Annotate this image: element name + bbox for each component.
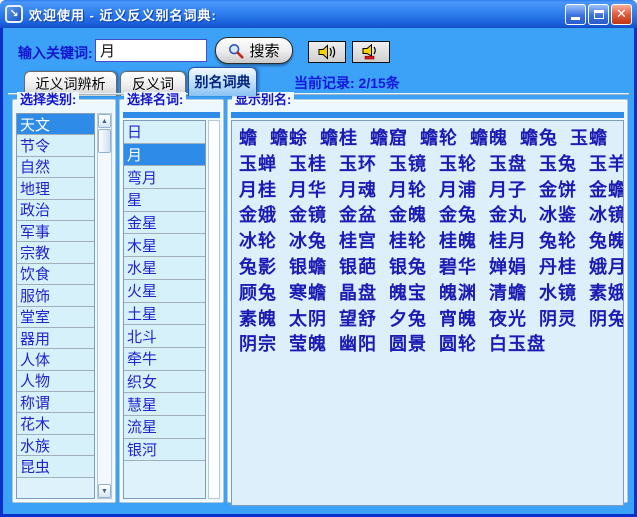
category-item[interactable]: 花木 bbox=[17, 413, 94, 435]
noun-item[interactable]: 月 bbox=[124, 143, 205, 167]
keyword-input[interactable] bbox=[95, 39, 207, 62]
noun-item[interactable]: 火星 bbox=[124, 279, 205, 303]
alias-line: 素魄 太阴 望舒 夕兔 宵魄 夜光 阴灵 阴兔 bbox=[239, 308, 624, 329]
search-button[interactable]: 搜索 bbox=[215, 37, 293, 64]
titlebar: ↘ 欢迎使用 - 近义反义别名词典: ✕ bbox=[0, 0, 637, 28]
noun-item[interactable]: 木星 bbox=[124, 234, 205, 258]
minimize-icon bbox=[571, 17, 580, 20]
category-item[interactable]: 堂室 bbox=[17, 306, 94, 328]
maximize-icon bbox=[593, 9, 604, 19]
noun-item[interactable]: 星 bbox=[124, 189, 205, 212]
scroll-down-icon[interactable]: ▼ bbox=[98, 484, 111, 498]
maximize-button[interactable] bbox=[588, 3, 609, 25]
noun-scroll-track bbox=[208, 120, 220, 499]
category-item[interactable]: 天文 bbox=[17, 114, 94, 136]
magnifier-icon bbox=[229, 43, 244, 58]
alias-header-strip bbox=[231, 112, 624, 118]
category-item[interactable]: 军事 bbox=[17, 220, 94, 243]
speaker-button[interactable] bbox=[308, 41, 346, 63]
category-item[interactable]: 自然 bbox=[17, 156, 94, 179]
speaker-mute-button[interactable] bbox=[352, 41, 390, 63]
noun-list: 日 月 弯月 星 金星 木星 水星 火星 土星 北斗 牵牛 织女 慧星 流星 银… bbox=[123, 120, 206, 499]
category-item[interactable]: 昆虫 bbox=[17, 456, 94, 478]
noun-header-strip bbox=[123, 112, 220, 118]
application-window: ↘ 欢迎使用 - 近义反义别名词典: ✕ 输入关键词: 搜索 近义 bbox=[0, 0, 637, 517]
alias-line: 月桂 月华 月魂 月轮 月浦 月子 金饼 金蟾 bbox=[239, 179, 624, 200]
noun-item[interactable]: 日 bbox=[124, 121, 205, 144]
alias-panel: 显示别名: 蟾 蟾蜍 蟾桂 蟾窟 蟾轮 蟾魄 蟾兔 玉蟾 玉蝉 玉桂 玉环 玉镜… bbox=[227, 92, 628, 506]
alias-display: 蟾 蟾蜍 蟾桂 蟾窟 蟾轮 蟾魄 蟾兔 玉蟾 玉蝉 玉桂 玉环 玉镜 玉轮 玉盘… bbox=[231, 120, 624, 506]
keyword-label: 输入关键词: bbox=[18, 45, 93, 61]
category-item[interactable]: 宗教 bbox=[17, 242, 94, 264]
noun-item[interactable]: 牵牛 bbox=[124, 347, 205, 371]
noun-item[interactable]: 金星 bbox=[124, 211, 205, 235]
close-button[interactable]: ✕ bbox=[611, 3, 632, 25]
noun-item[interactable]: 水星 bbox=[124, 257, 205, 280]
search-button-label: 搜索 bbox=[249, 43, 280, 60]
category-item[interactable]: 地理 bbox=[17, 178, 94, 200]
scrollbar-track bbox=[98, 154, 111, 484]
alias-line: 顾兔 寒蟾 晶盘 魄宝 魄渊 清蟾 水镜 素娥 bbox=[239, 282, 624, 303]
alias-line: 兔影 银蟾 银葩 银兔 碧华 婵娟 丹桂 娥月 bbox=[239, 256, 624, 277]
category-list: 天文 节令 自然 地理 政治 军事 宗教 饮食 服饰 堂室 器用 人体 人物 称… bbox=[16, 113, 95, 499]
category-item[interactable]: 服饰 bbox=[17, 285, 94, 307]
alias-line: 蟾 蟾蜍 蟾桂 蟾窟 蟾轮 蟾魄 蟾兔 玉蟾 bbox=[239, 128, 609, 148]
category-item[interactable]: 饮食 bbox=[17, 263, 94, 286]
category-item[interactable]: 节令 bbox=[17, 135, 94, 157]
noun-item[interactable]: 流星 bbox=[124, 415, 205, 439]
noun-item[interactable]: 北斗 bbox=[124, 325, 205, 348]
tab-alias-dictionary[interactable]: 别名词典 bbox=[188, 67, 257, 96]
app-icon: ↘ bbox=[5, 5, 23, 23]
scroll-up-icon[interactable]: ▲ bbox=[98, 114, 111, 128]
noun-panel: 选择名词: 日 月 弯月 星 金星 木星 水星 火星 土星 北斗 牵牛 织女 慧… bbox=[119, 92, 224, 503]
category-panel: 选择类别: 天文 节令 自然 地理 政治 军事 宗教 饮食 服饰 堂室 器用 人… bbox=[12, 92, 116, 503]
category-item[interactable]: 人物 bbox=[17, 370, 94, 393]
alias-line: 金娥 金镜 金盆 金魄 金兔 金丸 冰鉴 冰镜 bbox=[239, 205, 624, 226]
noun-legend: 选择名词: bbox=[124, 92, 187, 107]
alias-line: 阴宗 莹魄 幽阳 圆景 圆轮 白玉盘 bbox=[239, 334, 547, 355]
category-item[interactable]: 政治 bbox=[17, 199, 94, 221]
speaker-mute-icon bbox=[362, 44, 376, 60]
category-legend: 选择类别: bbox=[17, 92, 80, 107]
record-status: 当前记录: 2/15条 bbox=[294, 75, 400, 91]
noun-item[interactable]: 土星 bbox=[124, 302, 205, 326]
window-title: 欢迎使用 - 近义反义别名词典: bbox=[29, 7, 217, 23]
speaker-icon bbox=[318, 44, 336, 60]
noun-item[interactable]: 慧星 bbox=[124, 393, 205, 416]
minimize-button[interactable] bbox=[565, 3, 586, 25]
category-item[interactable]: 水族 bbox=[17, 434, 94, 457]
close-icon: ✕ bbox=[616, 6, 627, 21]
tabpage-top-edge bbox=[8, 93, 629, 95]
window-controls: ✕ bbox=[565, 3, 632, 25]
category-item[interactable]: 器用 bbox=[17, 327, 94, 350]
category-item[interactable]: 人体 bbox=[17, 349, 94, 371]
noun-item[interactable]: 弯月 bbox=[124, 166, 205, 190]
scrollbar-thumb[interactable] bbox=[98, 129, 111, 153]
alias-line: 冰轮 冰兔 桂宫 桂轮 桂魄 桂月 兔轮 兔魄 bbox=[239, 231, 624, 252]
category-scrollbar[interactable]: ▲ ▼ bbox=[97, 113, 112, 499]
noun-item[interactable]: 织女 bbox=[124, 370, 205, 394]
alias-line: 玉蝉 玉桂 玉环 玉镜 玉轮 玉盘 玉兔 玉羊 bbox=[239, 153, 624, 174]
noun-item[interactable]: 银河 bbox=[124, 438, 205, 462]
category-item[interactable]: 称谓 bbox=[17, 392, 94, 414]
